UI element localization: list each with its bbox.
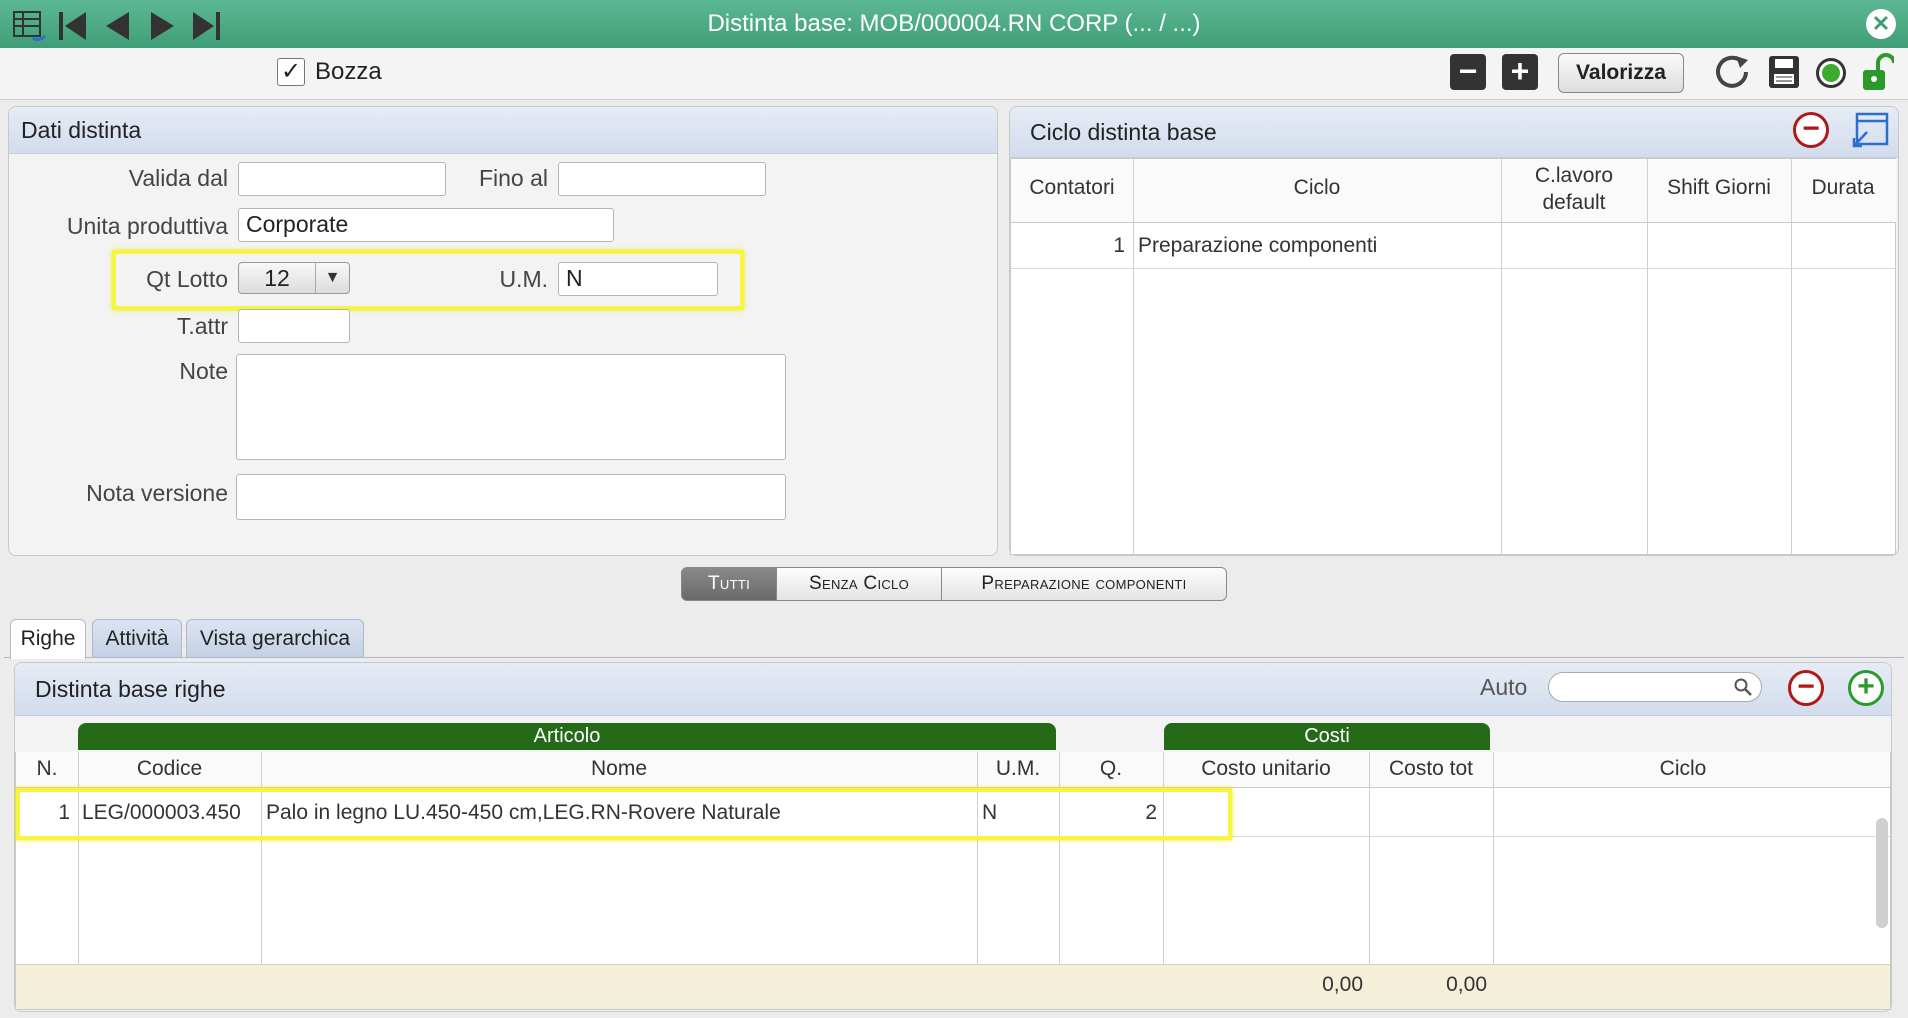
tab-righe[interactable]: Righe (10, 619, 86, 659)
chevron-down-icon[interactable]: ▼ (315, 263, 349, 293)
col-durata: Durata (1811, 176, 1875, 199)
col-n: N. (36, 757, 58, 780)
ciclo-title: Ciclo distinta base (1010, 107, 1898, 158)
tattr-input[interactable] (238, 309, 350, 343)
add-row-icon[interactable]: + (1848, 670, 1884, 706)
valida-dal-label: Valida dal (128, 165, 228, 191)
expand-button[interactable]: + (1502, 54, 1538, 90)
save-icon[interactable] (1766, 52, 1802, 88)
col-costo-unitario: Costo unitario (1201, 757, 1331, 780)
col-divider (261, 752, 262, 964)
nota-versione-label: Nota versione (86, 480, 228, 506)
unita-produttiva-input[interactable]: Corporate (238, 208, 614, 242)
col-divider (1133, 159, 1134, 555)
previous-record-icon[interactable] (101, 8, 135, 44)
row-n: 1 (58, 801, 70, 824)
qt-lotto-select[interactable]: 12 ▼ (238, 262, 350, 294)
close-icon[interactable]: ✕ (1866, 9, 1896, 39)
filter-senza-ciclo[interactable]: Senza Ciclo (776, 567, 942, 601)
totals-row (16, 964, 1890, 1009)
ciclo-row-ciclo[interactable]: Preparazione componenti (1138, 234, 1498, 258)
row-nome[interactable]: Palo in legno LU.450-450 cm,LEG.RN-Rover… (266, 801, 974, 825)
row-codice[interactable]: LEG/000003.450 (82, 801, 260, 825)
next-record-icon[interactable] (145, 8, 179, 44)
col-q: Q. (1099, 757, 1123, 780)
valida-dal-input[interactable] (238, 162, 446, 196)
bozza-label: Bozza (315, 58, 382, 85)
col-costo-tot: Costo tot (1388, 757, 1474, 780)
col-shift-giorni: Shift Giorni (1667, 176, 1771, 199)
last-record-icon[interactable] (188, 8, 224, 44)
total-costo-unitario: 0,00 (1322, 973, 1363, 996)
qt-lotto-value: 12 (264, 265, 290, 291)
note-textarea[interactable] (236, 354, 786, 460)
auto-label: Auto (1480, 674, 1528, 700)
col-clavoro-default: C.lavoro default (1534, 164, 1614, 214)
vertical-scrollbar[interactable] (1876, 818, 1888, 928)
row-um[interactable]: N (982, 801, 1056, 825)
ciclo-row-contatori: 1 (1113, 234, 1125, 257)
col-divider (977, 752, 978, 964)
col-divider (1501, 159, 1502, 555)
unlock-icon[interactable] (1860, 52, 1896, 90)
first-record-icon[interactable] (56, 8, 92, 44)
row-divider (1011, 268, 1896, 269)
collapse-button[interactable]: − (1450, 54, 1486, 90)
row-q[interactable]: 2 (1059, 801, 1157, 825)
fino-al-input[interactable] (558, 162, 766, 196)
status-indicator-icon (1816, 58, 1846, 88)
search-icon[interactable] (1733, 677, 1753, 702)
tab-vista-gerarchica[interactable]: Vista gerarchica (186, 619, 364, 657)
tab-attivita[interactable]: Attività (92, 619, 182, 657)
um-label: U.M. (499, 266, 548, 292)
col-um: U.M. (995, 757, 1041, 780)
dati-distinta-title: Dati distinta (9, 107, 997, 154)
remove-row-icon[interactable]: − (1788, 670, 1824, 706)
col-divider (1647, 159, 1648, 555)
bozza-checkbox[interactable]: ✓ (277, 58, 305, 86)
col-divider (1791, 159, 1792, 555)
nota-versione-textarea[interactable] (236, 474, 786, 520)
col-divider (1059, 752, 1060, 964)
fino-al-label: Fino al (478, 165, 548, 191)
col-codice: Codice (136, 757, 203, 780)
col-contatori: Contatori (1029, 176, 1115, 199)
total-costo-tot: 0,00 (1446, 973, 1487, 996)
righe-search-input[interactable] (1548, 672, 1762, 702)
qt-lotto-label: Qt Lotto (146, 266, 228, 292)
filter-tutti[interactable]: Tutti (681, 567, 777, 601)
window-title-bar: Distinta base: MOB/000004.RN CORP (... /… (0, 0, 1908, 48)
popout-window-icon[interactable] (1851, 110, 1891, 150)
um-input[interactable]: N (558, 262, 718, 296)
note-label: Note (179, 358, 228, 384)
remove-cycle-icon[interactable]: − (1793, 112, 1829, 148)
valorizza-button[interactable]: Valorizza (1558, 53, 1684, 93)
table-list-icon[interactable] (10, 8, 50, 44)
col-nome: Nome (590, 757, 648, 780)
tattr-label: T.attr (176, 313, 228, 339)
window-title: Distinta base: MOB/000004.RN CORP (... /… (707, 10, 1201, 37)
unita-produttiva-label: Unita produttiva (66, 213, 228, 239)
refresh-icon[interactable] (1712, 52, 1752, 88)
articolo-group-header: Articolo (78, 723, 1056, 750)
col-righe-ciclo: Ciclo (1659, 757, 1707, 780)
costi-group-header: Costi (1164, 723, 1490, 750)
col-ciclo: Ciclo (1293, 176, 1341, 199)
filter-preparazione[interactable]: Preparazione componenti (941, 567, 1227, 601)
